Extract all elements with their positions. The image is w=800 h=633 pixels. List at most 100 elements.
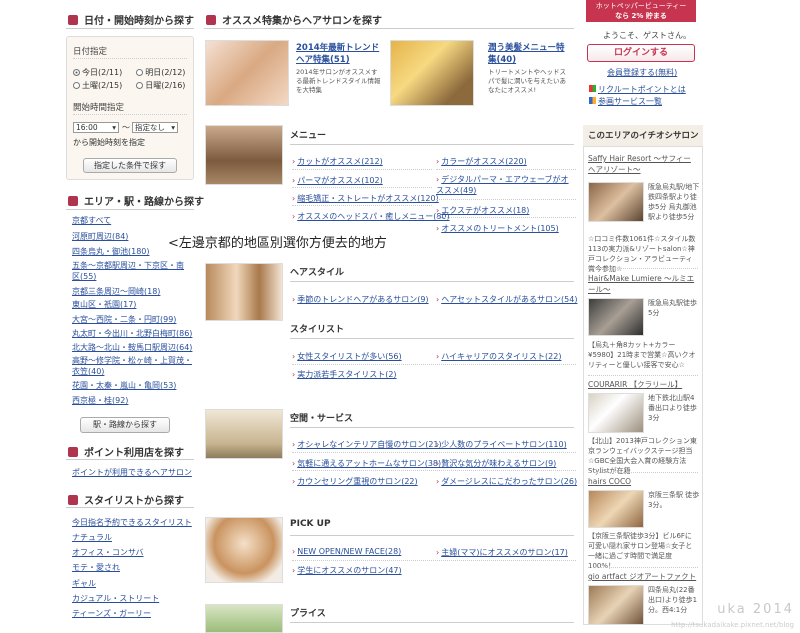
salon-name-link[interactable]: Saffy Hair Resort ～サフィーヘアリゾート～ [588,153,698,175]
menu-link[interactable]: カラーがオススメ(220) [436,156,527,167]
area-link[interactable]: 京都三条周辺〜岡崎(18) [72,286,160,297]
space-image [205,409,283,459]
radio-icon[interactable] [136,69,144,76]
menu-link[interactable]: パーマがオススメ(102) [292,175,383,186]
divider [290,535,574,536]
space-link[interactable]: 気軽に通えるアットホームなサロン(38) [292,458,441,469]
register-link[interactable]: 会員登録する(無料) [607,67,677,78]
recruit-logo-icon [589,85,596,92]
radio-icon[interactable] [73,82,80,89]
date-option-today[interactable]: 今日(2/11) [73,67,122,78]
date-option-sunday[interactable]: 日曜(2/16) [136,80,185,91]
area-link[interactable]: 四条烏丸・御池(180) [72,246,150,257]
stylist-link[interactable]: 実力派若手スタイリスト(2) [292,369,396,380]
station-search-button[interactable]: 駅・路線から探す [80,417,170,433]
menu-link[interactable]: デジタルパーマ・エアウェーブがオススメ(49) [436,174,576,196]
stylist-link[interactable]: ハイキャリアのスタイリスト(22) [436,351,561,362]
menu-link[interactable]: エクステがオススメ(18) [436,205,529,216]
space-link[interactable]: 贅沢な気分が味わえるサロン(9) [436,458,556,469]
stylist-link[interactable]: ギャル [72,578,96,589]
recruit-point-link[interactable]: リクルートポイントとは [589,84,686,95]
pickup-link[interactable]: 学生にオススメのサロン(47) [292,565,401,576]
divider [436,199,576,200]
salon-name-link[interactable]: gio artfact ジオアートファクト [588,571,698,582]
time-to-select[interactable]: 指定なし ▾ [132,122,178,133]
space-link[interactable]: 少人数のプライベートサロン(110) [436,439,567,450]
pickup-link[interactable]: NEW OPEN/NEW FACE(28) [292,547,401,556]
area-link[interactable]: 花園・太秦・嵐山・亀岡(53) [72,380,176,391]
menu-link[interactable]: 縮毛矯正・ストレートがオススメ(120) [292,193,439,204]
section-marker-icon [68,195,78,206]
divider [588,567,698,568]
menu-link[interactable]: オススメのトリートメント(105) [436,223,559,234]
area-link[interactable]: 河原町周辺(84) [72,231,128,242]
area-link[interactable]: 大宮〜西院・二条・円町(99) [72,314,176,325]
salon-access: 阪急烏丸駅/地下鉄四条駅より徒歩5分 烏丸御池駅より徒歩5分 [648,183,700,221]
feature-image-treatment[interactable] [390,40,474,106]
point-section-title: ポイント利用店を探す [68,444,184,459]
stylist-link[interactable]: ナチュラル [72,532,112,543]
hairstyle-link[interactable]: 季節のトレンドヘアがあるサロン(9) [292,294,428,305]
stylist-heading: スタイリスト [290,325,345,335]
stylist-link[interactable]: 今日指名予約できるスタイリスト [72,517,192,528]
space-link[interactable]: カウンセリング重視のサロン(22) [292,476,417,487]
space-link[interactable]: オシャレなインテリア自慢のサロン(21) [292,439,441,450]
salon-image[interactable] [588,298,644,336]
section-marker-icon [68,14,78,25]
salon-image[interactable] [588,490,644,528]
radio-icon[interactable] [136,82,144,89]
stylist-link[interactable]: カジュアル・ストリート [72,593,159,604]
price-heading: プライス [290,609,326,619]
pickup-image [205,517,283,583]
salon-description: 【北山】2013神戸コレクション東京ランウェイバックステージ担当☆GBC全国大会… [588,437,697,475]
feature-link-treatment[interactable]: 潤う美髪メニュー特集(40) [488,42,566,66]
salon-image[interactable] [588,393,644,433]
recommended-salon-title: このエリアのイチオシサロン [583,125,703,147]
salon-image[interactable] [588,585,644,625]
area-link[interactable]: 五条〜京都駅周辺・下京区・南区(55) [72,260,190,282]
stylist-link[interactable]: オフィス・コンサバ [72,547,144,558]
stylist-link[interactable]: モテ・愛され [72,562,120,573]
stylist-link[interactable]: ティーンズ・ガーリー [72,608,151,619]
pickup-link[interactable]: 主婦(ママ)にオススメのサロン(17) [436,547,568,558]
points-promo-banner[interactable]: ホットペッパービューティー なら 2% 貯まる [586,0,696,22]
search-by-date-button[interactable]: 指定した条件で探す [83,158,177,173]
hairstyle-link[interactable]: ヘアセットスタイルがあるサロン(54) [436,294,577,305]
divider [292,364,576,365]
area-link[interactable]: 京都すべて [72,215,111,226]
stylist-link[interactable]: 女性スタイリストが多い(56) [292,351,401,362]
salon-name-link[interactable]: Hair&Make Lumiere ～ルミエール～ [588,273,698,295]
date-option-saturday[interactable]: 土曜(2/15) [73,80,122,91]
salon-access: 京阪三条駅 徒歩3分。 [648,491,700,509]
service-list-link[interactable]: 参画サービス一覧 [589,96,662,107]
divider [588,268,698,269]
divider [588,375,698,376]
area-link[interactable]: 西京極・桂(92) [72,395,128,406]
watermark-url: http://tsukadaikake.pixnet.net/blog [671,621,794,629]
salon-name-link[interactable]: hairs COCO [588,477,698,486]
hairstyle-image [205,263,283,321]
menu-link[interactable]: カットがオススメ(212) [292,156,383,167]
time-note: から開始時刻を指定 [73,138,145,147]
divider [290,144,574,145]
radio-icon[interactable] [73,69,80,76]
feature-link-trend[interactable]: 2014年最新トレンドヘア特集(51) [296,42,386,66]
area-link[interactable]: 高野〜修学院・松ヶ崎・上賀茂・衣笠(40) [72,355,198,377]
feature-image-trend[interactable] [205,40,289,106]
date-option-tomorrow[interactable]: 明日(2/12) [136,67,185,78]
divider [290,427,574,428]
area-link[interactable]: 丸太町・今出川・北野白梅町(86) [72,328,192,339]
menu-link[interactable]: オススメのヘッドスパ・癒しメニュー(80) [292,211,449,222]
hairstyle-heading: ヘアスタイル [290,268,345,278]
time-from-select[interactable]: 16:00 ▾ [73,122,119,133]
login-button[interactable]: ログインする [587,44,695,62]
date-section-title: 日付・開始時刻から探す [68,12,194,27]
divider [73,114,187,115]
salon-image[interactable] [588,182,644,222]
space-link[interactable]: ダメージレスにこだわったサロン(26) [436,476,577,487]
menu-image [205,125,283,185]
area-link[interactable]: 北大路〜北山・鞍馬口駅周辺(64) [72,342,192,353]
area-link[interactable]: 東山区・祇園(17) [72,299,136,310]
salon-name-link[interactable]: COURARIR 【クラリール】 [588,379,698,390]
point-salon-link[interactable]: ポイントが利用できるヘアサロン [72,467,192,478]
